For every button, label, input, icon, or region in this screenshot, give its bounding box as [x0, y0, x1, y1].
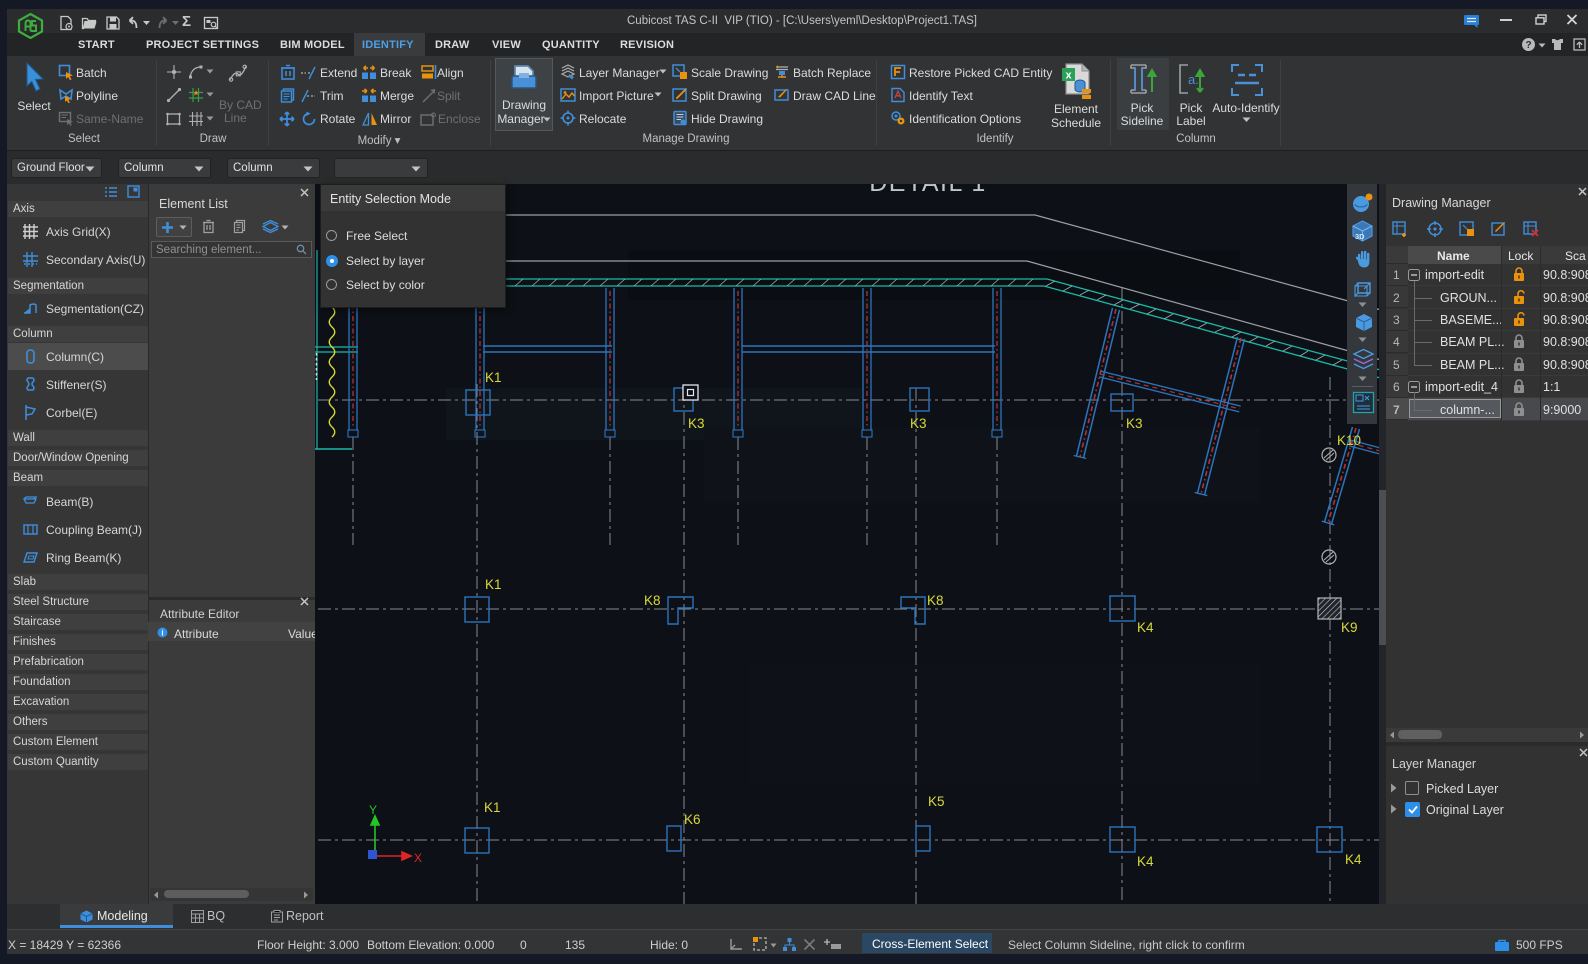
svg-text:3D: 3D	[1355, 232, 1365, 241]
svg-text:K1: K1	[485, 577, 502, 592]
svg-text:?: ?	[1525, 40, 1531, 51]
svg-text:K10: K10	[1337, 433, 1361, 448]
svg-text:K3: K3	[910, 416, 927, 431]
svg-text:x: x	[1065, 70, 1072, 82]
svg-text:K4: K4	[1137, 620, 1154, 635]
svg-text:DETAIL 1: DETAIL 1	[869, 184, 987, 197]
svg-text:X: X	[414, 851, 422, 865]
svg-text:K4: K4	[1137, 854, 1154, 869]
svg-text:K5: K5	[928, 794, 945, 809]
svg-text:K6: K6	[684, 812, 701, 827]
svg-text:Y: Y	[369, 803, 377, 817]
svg-text:K1: K1	[485, 370, 502, 385]
svg-text:K9: K9	[1341, 620, 1358, 635]
svg-text:K3: K3	[1126, 416, 1143, 431]
svg-text:K8: K8	[927, 593, 944, 608]
svg-text:K8: K8	[644, 593, 661, 608]
svg-text:i: i	[161, 628, 163, 637]
svg-text:K4: K4	[1345, 852, 1362, 867]
svg-text:K1: K1	[484, 800, 501, 815]
svg-text:K3: K3	[688, 416, 705, 431]
